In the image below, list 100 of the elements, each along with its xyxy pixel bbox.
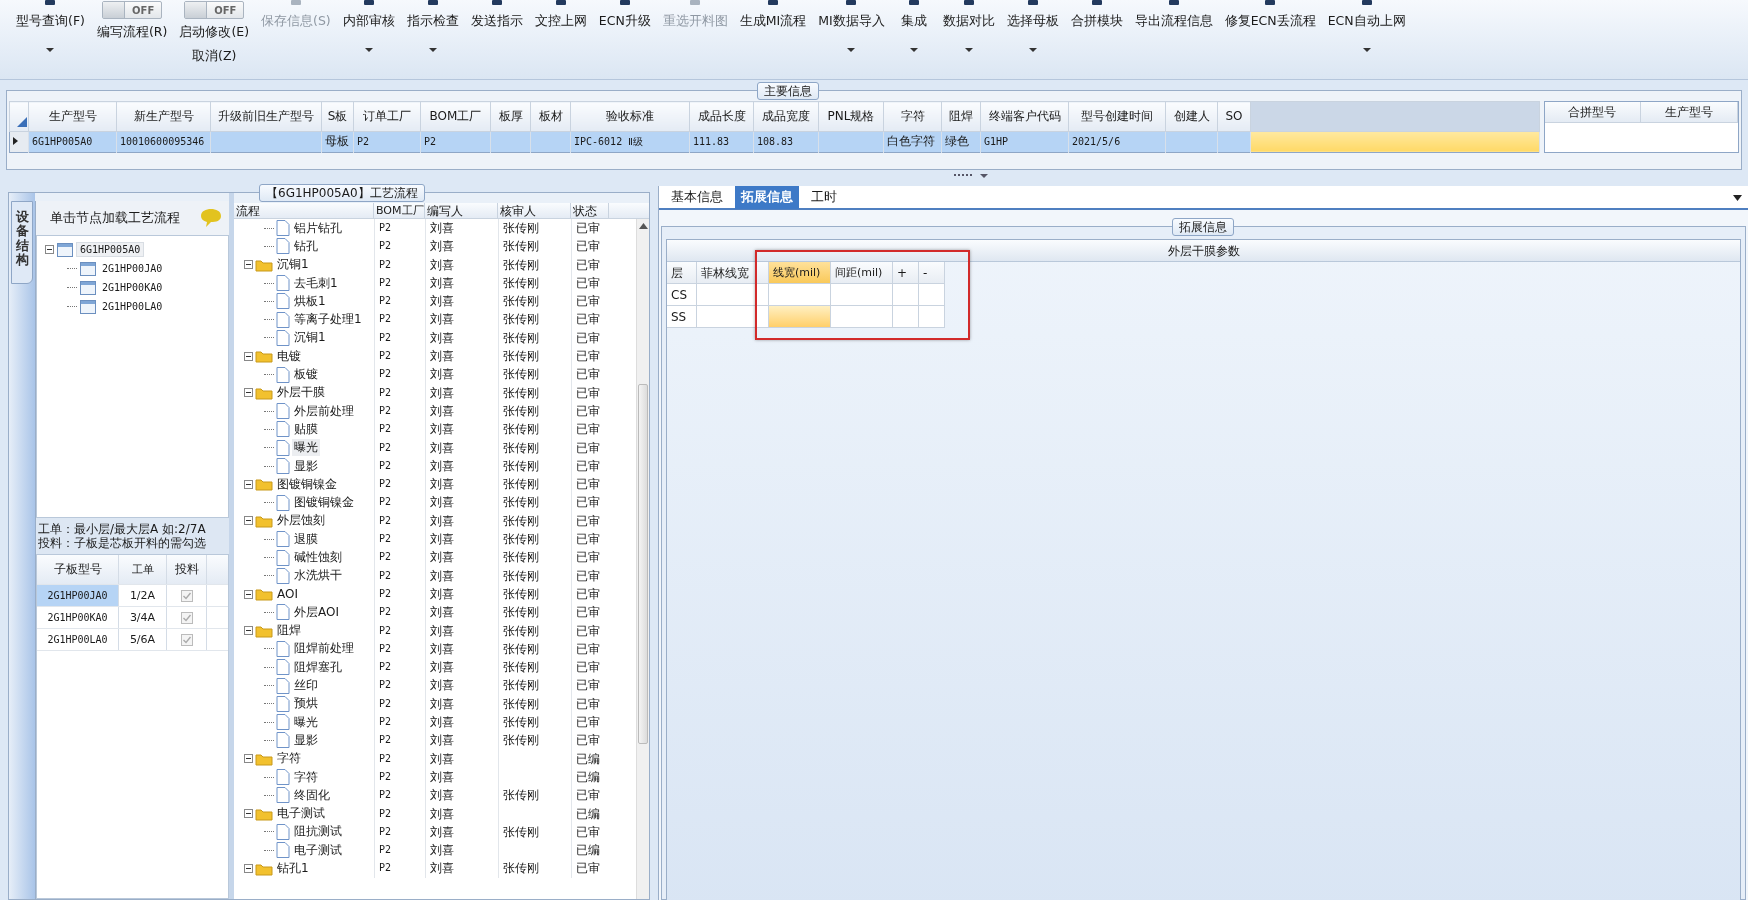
column-header[interactable]: 新生产型号 — [116, 101, 211, 132]
collapse-icon[interactable] — [244, 589, 253, 599]
checkbox[interactable] — [180, 589, 193, 602]
tree-item[interactable]: 2G1HP00LA0 — [99, 300, 166, 313]
tab[interactable]: 拓展信息 — [735, 185, 799, 209]
grid-cell[interactable] — [919, 284, 945, 306]
toolbar-button[interactable]: 集成 — [900, 13, 927, 30]
caret-icon[interactable] — [964, 48, 973, 53]
caret-icon[interactable] — [364, 48, 373, 53]
column-header[interactable]: 升级前旧生产型号 — [210, 101, 322, 132]
tree-item[interactable]: AOI — [275, 587, 300, 602]
tree-item[interactable]: 水洗烘干 — [292, 567, 344, 585]
column-header[interactable]: 生产型号 — [1641, 102, 1738, 123]
tree-item[interactable]: 退膜 — [292, 530, 320, 548]
column-header[interactable]: 状态 — [571, 203, 609, 218]
tree-item[interactable]: 去毛刺1 — [292, 274, 340, 292]
tree-item[interactable]: 外层蚀刻 — [275, 512, 327, 530]
column-header[interactable]: 线宽(mil) — [769, 262, 831, 284]
toolbar-button[interactable]: 导出流程信息 — [1134, 13, 1213, 30]
toolbar-button[interactable]: ECN自动上网 — [1327, 13, 1406, 30]
column-header[interactable]: BOM工厂 — [374, 203, 425, 218]
toolbar-button[interactable]: 修复ECN丢流程 — [1224, 13, 1316, 30]
tree-item[interactable]: 外层干膜 — [275, 384, 327, 402]
column-header[interactable]: + — [893, 262, 919, 284]
tree-item[interactable]: 字符 — [275, 750, 303, 768]
table-cell[interactable]: 2G1HP00LA0 — [37, 629, 119, 650]
toolbar-button[interactable]: 合拼模块 — [1070, 13, 1123, 30]
column-header[interactable]: 验收标准 — [570, 101, 690, 132]
column-header[interactable]: 成品宽度 — [753, 101, 819, 132]
table-cell[interactable]: 2G1HP00KA0 — [37, 607, 119, 628]
tree-item[interactable]: 电子测试 — [275, 805, 327, 823]
scroll-up-icon[interactable] — [638, 223, 648, 229]
toolbar-button[interactable]: 编写流程(R) — [96, 24, 168, 41]
grid-cell[interactable] — [831, 284, 893, 306]
tree-item[interactable]: 外层AOI — [292, 603, 341, 621]
column-header[interactable]: PNL规格 — [818, 101, 884, 132]
collapse-icon[interactable] — [244, 388, 253, 398]
tree-item[interactable]: 阻焊塞孔 — [292, 658, 344, 676]
collapse-icon[interactable] — [244, 351, 253, 361]
toolbar-button[interactable]: 生成MI流程 — [739, 13, 807, 30]
toggle-switch[interactable]: OFF — [184, 1, 245, 19]
toolbar-button[interactable]: 数据对比 — [942, 13, 995, 30]
toolbar-button[interactable]: 指示检查 — [406, 13, 459, 30]
toolbar-button[interactable]: 选择母板 — [1006, 13, 1059, 30]
tree-item[interactable]: 电镀 — [275, 347, 303, 365]
column-header[interactable]: 工单 — [119, 555, 167, 584]
column-header[interactable]: 菲林线宽 — [697, 262, 769, 284]
tree-item[interactable]: 阻焊前处理 — [292, 640, 356, 658]
toolbar-button[interactable]: MI数据导入 — [818, 13, 885, 30]
tree-item[interactable]: 终固化 — [292, 786, 332, 804]
collapse-icon[interactable] — [45, 245, 54, 254]
tree-item[interactable]: 贴膜 — [292, 420, 320, 438]
grid-cell[interactable] — [893, 284, 919, 306]
caret-icon[interactable] — [847, 48, 856, 53]
dropdown-icon[interactable] — [1733, 195, 1742, 201]
column-header[interactable]: 订单工厂 — [353, 101, 421, 132]
column-header[interactable]: 字符 — [883, 101, 942, 132]
column-header[interactable]: 阻焊 — [941, 101, 981, 132]
grid-cell[interactable] — [697, 306, 769, 328]
tree-item[interactable]: 沉铜1 — [275, 256, 311, 274]
column-header[interactable]: 核审人 — [498, 203, 571, 218]
tree-item[interactable]: 碱性蚀刻 — [292, 549, 344, 566]
collapse-icon[interactable] — [244, 754, 253, 764]
collapse-icon[interactable] — [244, 516, 253, 526]
collapse-icon[interactable] — [244, 809, 253, 819]
grid-cell[interactable] — [831, 306, 893, 328]
tree-item[interactable]: 钻孔1 — [275, 860, 311, 878]
checkbox[interactable] — [180, 611, 193, 624]
column-header[interactable]: 合拼型号 — [1544, 102, 1642, 123]
collapse-icon[interactable] — [244, 479, 253, 489]
caret-icon[interactable] — [909, 48, 918, 53]
column-header[interactable]: 流程 — [234, 203, 374, 218]
toolbar-button[interactable]: ECN升级 — [598, 13, 651, 30]
tree-item[interactable]: 6G1HP005A0 — [76, 242, 145, 257]
column-header[interactable]: 间距(mil) — [831, 262, 893, 284]
tree-item[interactable]: 阻焊 — [275, 622, 303, 640]
tree-item[interactable]: 显影 — [292, 731, 320, 749]
toolbar-button[interactable]: 文控上网 — [534, 13, 587, 30]
toolbar-button[interactable]: 型号查询(F) — [16, 13, 85, 30]
caret-icon[interactable] — [1028, 48, 1037, 53]
tree-item[interactable]: 预烘 — [292, 695, 320, 713]
column-header[interactable]: S板 — [321, 101, 354, 132]
tree-item[interactable]: 图镀铜镍金 — [292, 494, 356, 512]
tree-item[interactable]: 电子测试 — [292, 841, 344, 859]
column-header[interactable]: 成品长度 — [689, 101, 754, 132]
column-header[interactable]: 生产型号 — [28, 101, 117, 132]
tree-item[interactable]: 丝印 — [292, 677, 320, 695]
toolbar-button[interactable]: 内部审核 — [342, 13, 395, 30]
toolbar-button[interactable]: 发送指示 — [470, 13, 523, 30]
toolbar-button[interactable]: 启动修改(E) — [179, 24, 250, 41]
tree-item[interactable]: 字符 — [292, 768, 320, 786]
table-cell[interactable]: 2G1HP00JA0 — [37, 585, 119, 606]
caret-icon[interactable] — [46, 48, 55, 53]
collapse-icon[interactable] — [244, 626, 253, 636]
grid-cell[interactable] — [919, 306, 945, 328]
column-header[interactable]: 编写人 — [425, 203, 498, 218]
scrollbar[interactable] — [636, 219, 649, 899]
toolbar-button[interactable]: 取消(Z) — [192, 48, 237, 65]
grid-cell[interactable] — [697, 284, 769, 306]
selected-cell[interactable] — [769, 306, 831, 328]
